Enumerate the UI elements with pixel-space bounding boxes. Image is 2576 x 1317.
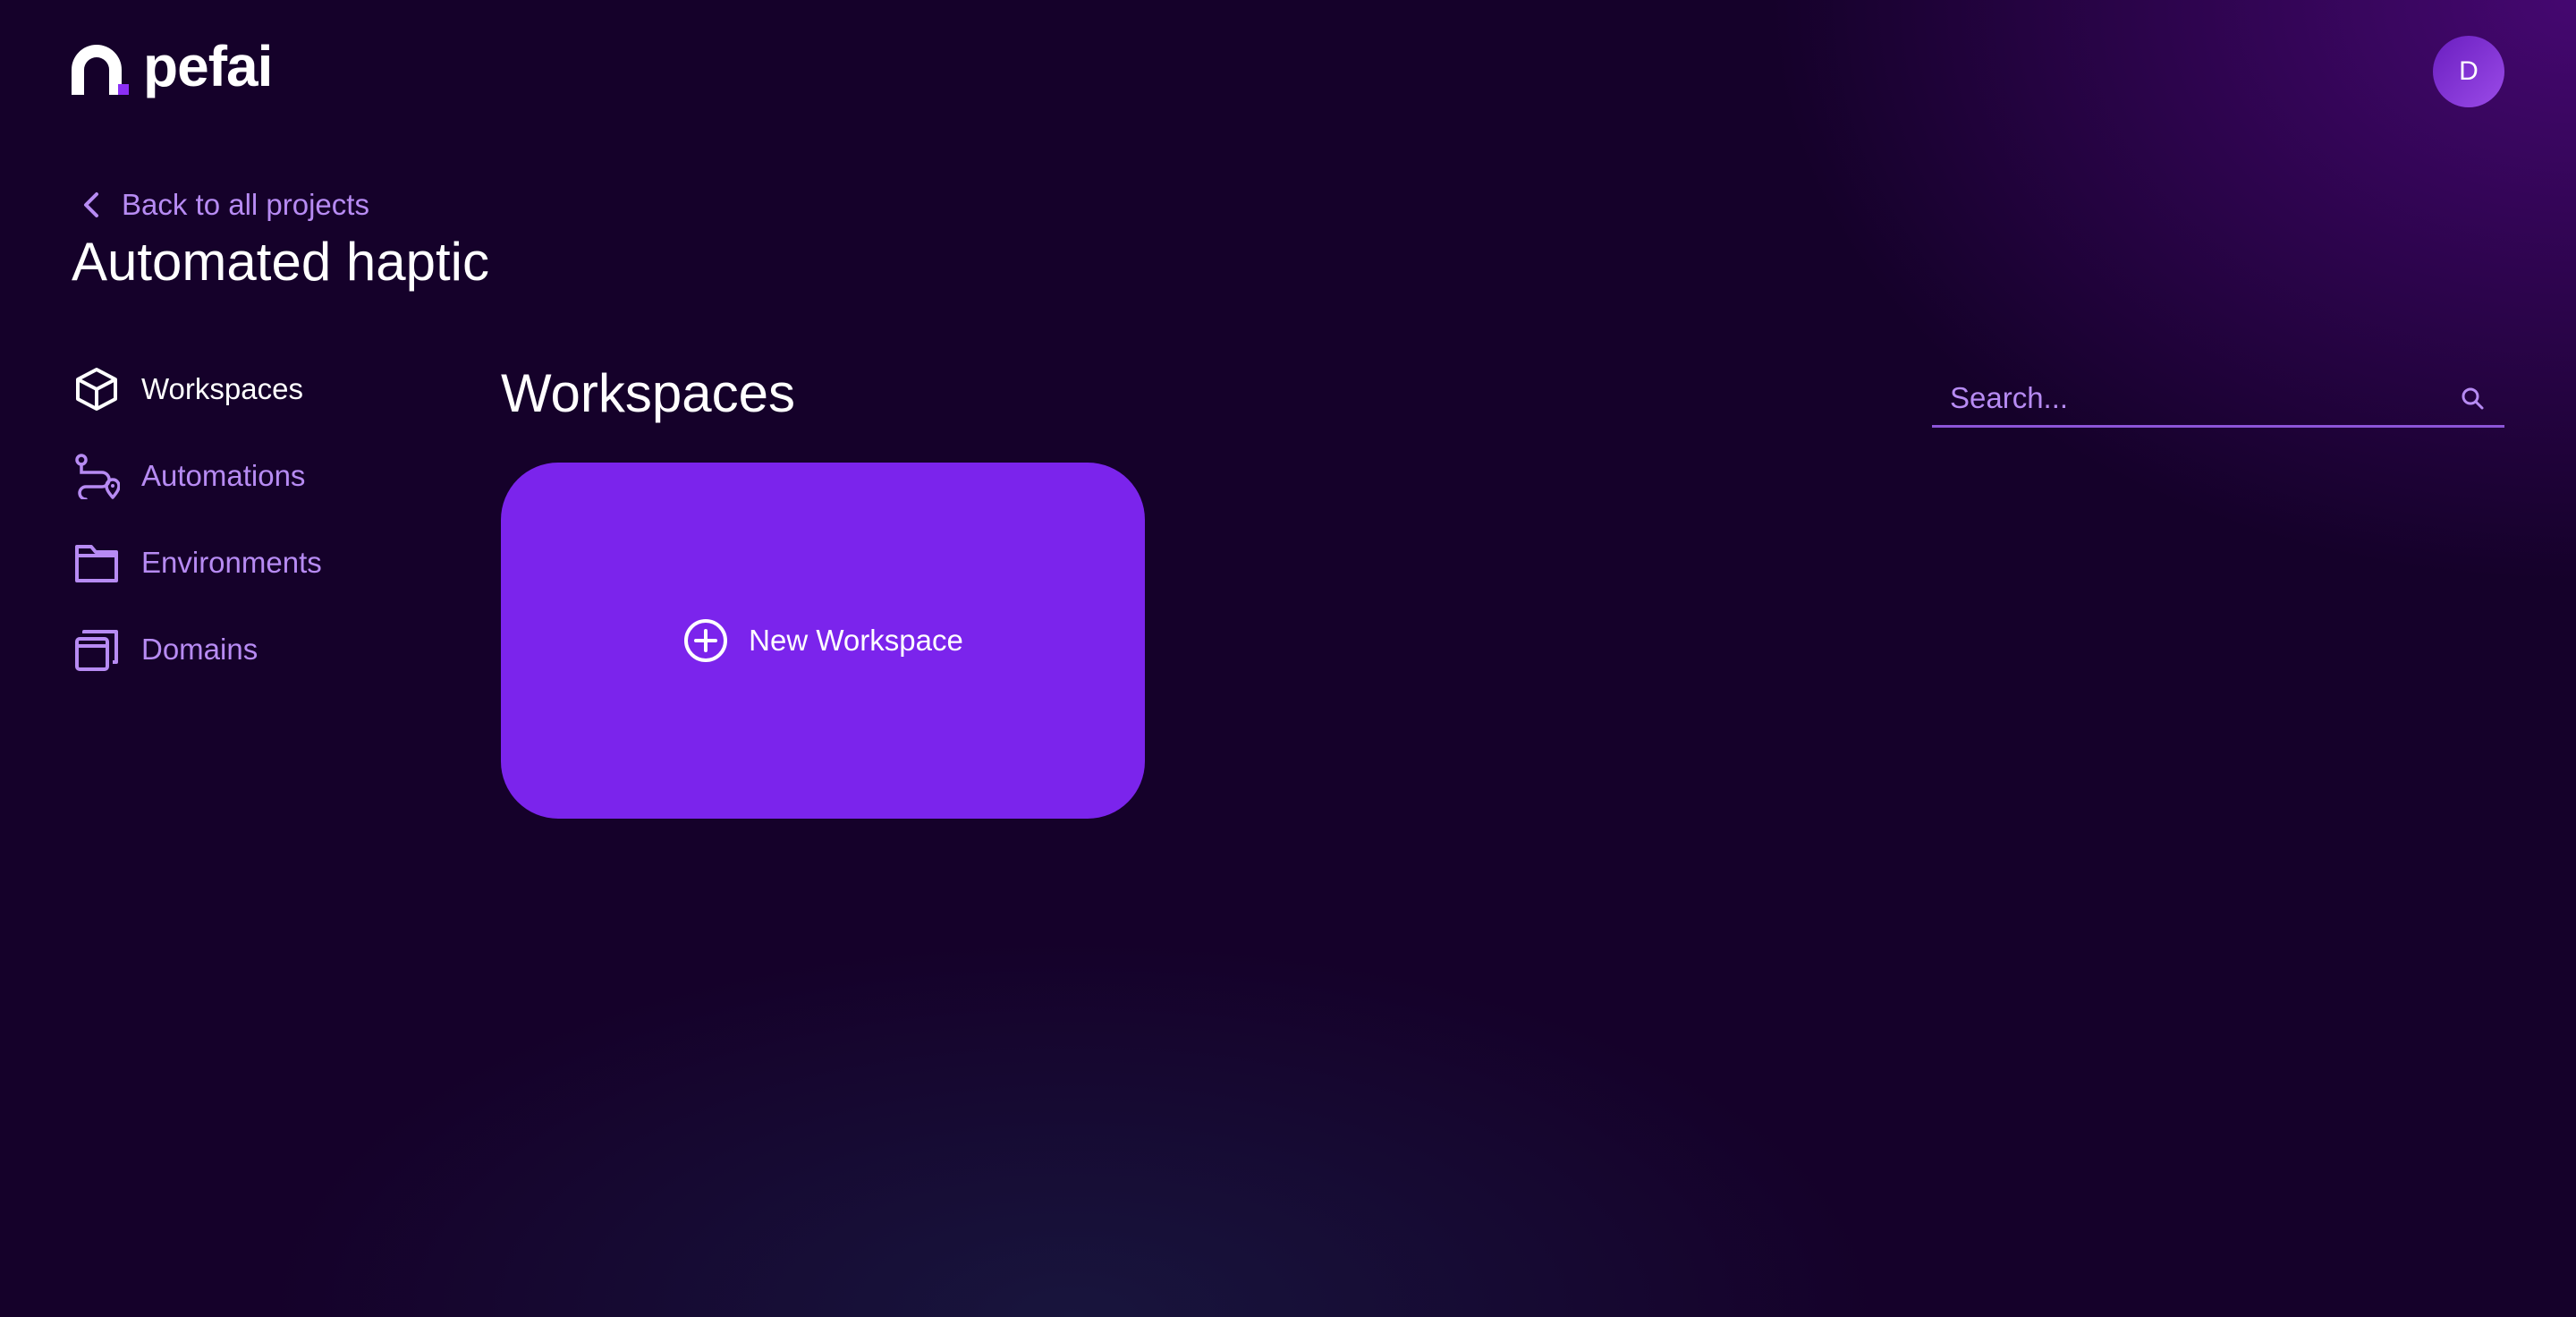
search-bar [1932,371,2504,428]
sidebar-item-workspaces[interactable]: Workspaces [72,362,322,416]
sidebar-item-label: Environments [141,546,322,579]
pefai-logo[interactable]: pefai [72,38,273,97]
search-input[interactable] [1932,373,2447,423]
sidebar-item-domains[interactable]: Domains [72,623,322,676]
cube-icon [72,364,122,414]
sidebar-item-automations[interactable]: Automations [72,449,322,503]
back-to-projects-link[interactable]: Back to all projects [80,186,369,224]
sidebar-item-label: Workspaces [141,372,303,405]
new-workspace-button[interactable]: New Workspace [501,463,1145,819]
sidebar-item-environments[interactable]: Environments [72,536,322,590]
logo-text: pefai [143,34,273,98]
new-workspace-label: New Workspace [749,624,963,657]
windows-icon [72,625,122,675]
section-title: Workspaces [501,363,796,423]
folder-icon [72,538,122,588]
logo-mark-icon [72,45,129,95]
project-title: Automated haptic [72,232,489,292]
sidebar-item-label: Domains [141,633,258,666]
user-avatar[interactable]: D [2433,36,2504,107]
sidebar-item-label: Automations [141,459,306,492]
back-link-label: Back to all projects [122,188,369,221]
sidebar-nav: Workspaces Automations Environments Doma… [72,362,322,709]
plus-circle-icon [684,619,728,662]
search-icon[interactable] [2447,373,2497,423]
route-icon [72,451,122,501]
chevron-left-icon [84,192,98,217]
